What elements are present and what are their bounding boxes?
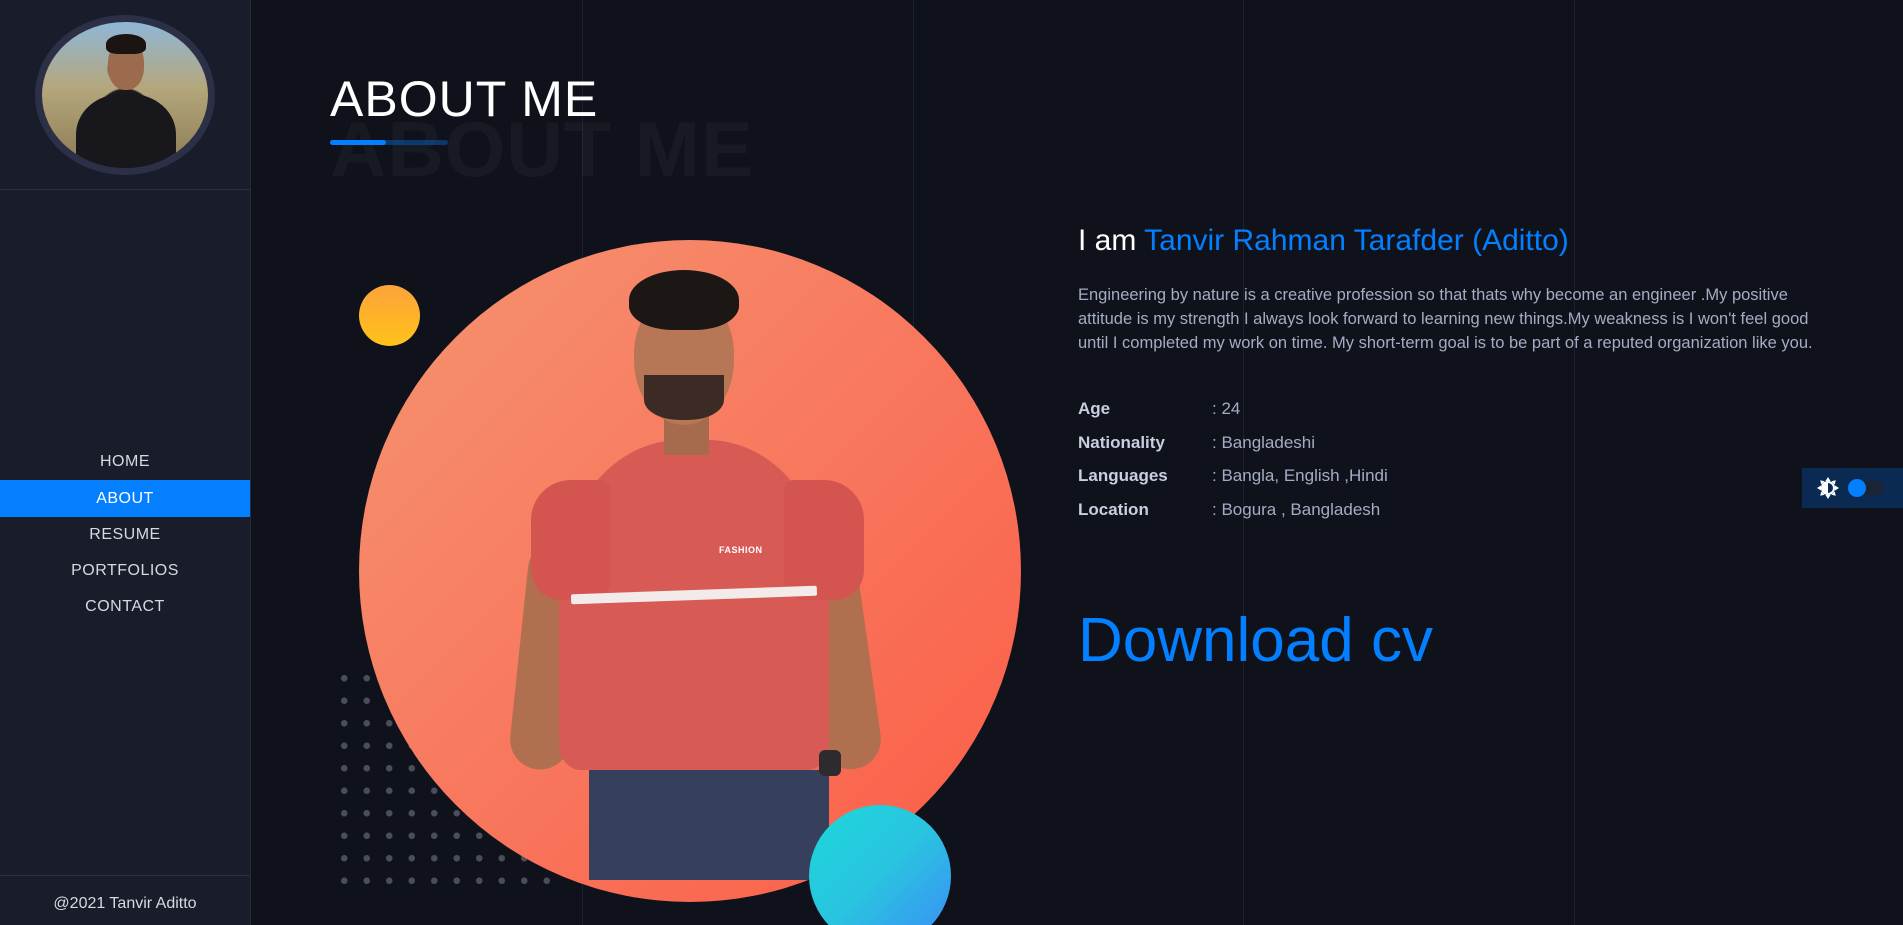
brightness-icon — [1816, 476, 1840, 500]
info-value: : Bangla, English ,Hindi — [1212, 466, 1388, 485]
download-cv-link[interactable]: Download cv — [1078, 605, 1433, 676]
info-row-age: Age : 24 — [1078, 399, 1388, 433]
intro-prefix: I am — [1078, 224, 1145, 257]
info-value: : Bangladeshi — [1212, 432, 1316, 452]
info-label: Languages — [1078, 466, 1168, 485]
info-label: Nationality — [1078, 432, 1165, 452]
info-value: : 24 — [1212, 399, 1241, 418]
avatar-body — [76, 93, 176, 168]
theme-toggle[interactable] — [1802, 468, 1903, 508]
intro-name: Tanvir Rahman Tarafder (Aditto) — [1144, 224, 1569, 257]
avatar-hair — [106, 33, 146, 54]
avatar[interactable] — [35, 14, 215, 175]
info-label: Age — [1078, 399, 1111, 418]
nav-item-portfolios[interactable]: PORTFOLIOS — [0, 553, 250, 589]
info-row-nationality: Nationality : Bangladeshi — [1078, 433, 1388, 467]
section-heading: ABOUT ME ABOUT ME — [330, 70, 598, 128]
jeans — [589, 770, 829, 880]
profile-photo: FASHION — [359, 240, 1021, 902]
info-list: Age : 24 Nationality : Bangladeshi Langu… — [1078, 399, 1388, 533]
nav-item-about[interactable]: ABOUT — [0, 480, 250, 517]
shirt-brand: FASHION — [719, 545, 763, 555]
bg-line — [1574, 0, 1575, 925]
theme-switch[interactable] — [1848, 479, 1884, 497]
info-row-languages: Languages : Bangla, English ,Hindi — [1078, 466, 1388, 500]
about-description: Engineering by nature is a creative prof… — [1078, 286, 1813, 352]
hair — [629, 270, 739, 330]
nav-item-home[interactable]: HOME — [0, 444, 250, 480]
copyright: @2021 Tanvir Aditto — [0, 875, 250, 925]
info-value: : Bogura , Bangladesh — [1212, 499, 1381, 519]
nav-item-resume[interactable]: RESUME — [0, 517, 250, 553]
sidebar: HOME ABOUT RESUME PORTFOLIOS CONTACT @20… — [0, 0, 251, 925]
page-title: ABOUT ME — [330, 71, 599, 127]
watch — [819, 750, 841, 776]
title-underline — [330, 140, 448, 145]
avatar-container — [0, 0, 250, 190]
beard — [644, 375, 724, 420]
sleeve-left — [531, 480, 611, 600]
info-row-location: Location : Bogura , Bangladesh — [1078, 500, 1388, 534]
main-nav: HOME ABOUT RESUME PORTFOLIOS CONTACT — [0, 444, 250, 625]
intro-heading: I am Tanvir Rahman Tarafder (Aditto) — [1078, 224, 1569, 258]
nav-item-contact[interactable]: CONTACT — [0, 589, 250, 625]
decorative-orange-circle — [359, 285, 420, 346]
person-figure: FASHION — [507, 270, 899, 880]
info-label: Location — [1078, 499, 1149, 519]
sleeve-right — [784, 480, 864, 600]
